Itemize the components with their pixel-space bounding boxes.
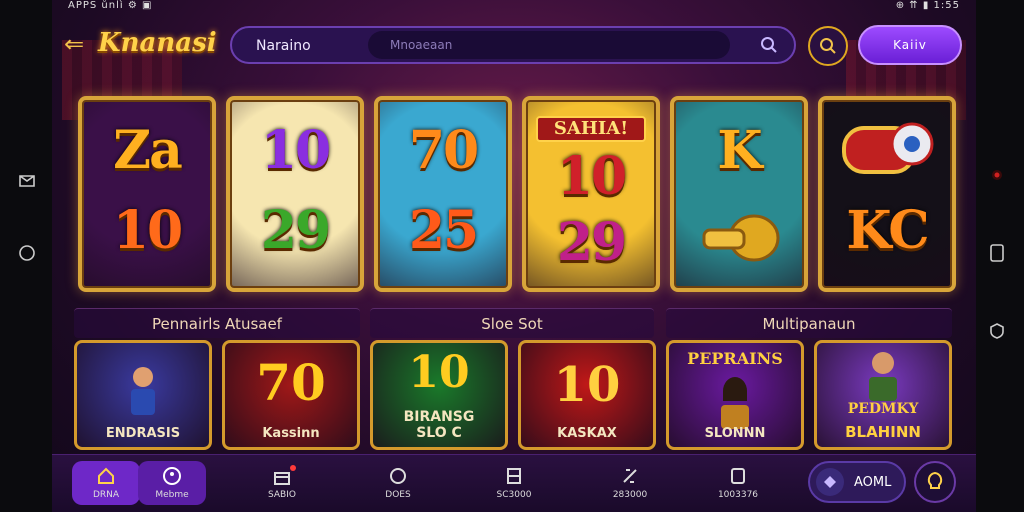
game-grid: ENDRASIS 70 Kassinn 10 BIRANSG SLO C 10 … bbox=[74, 338, 960, 452]
brand-logo: Knanasi bbox=[98, 28, 217, 58]
search-input[interactable] bbox=[368, 31, 730, 59]
game-icon bbox=[390, 468, 406, 484]
tile-line-1: 70 bbox=[408, 120, 479, 181]
trophy-icon bbox=[731, 468, 745, 484]
nav-profile[interactable]: Mebme bbox=[138, 461, 206, 505]
power-icon[interactable] bbox=[16, 242, 38, 264]
nav-trophy[interactable]: 1003376 bbox=[704, 461, 772, 505]
game-title-top: PEPRAINS bbox=[687, 349, 783, 368]
lightbulb-button[interactable] bbox=[914, 461, 956, 503]
nav-label: DOES bbox=[385, 490, 411, 500]
nav-games[interactable]: DOES bbox=[364, 461, 432, 505]
nav-home[interactable]: DRNA bbox=[72, 461, 140, 505]
slot-tile[interactable]: KC bbox=[818, 96, 956, 292]
lightbulb-icon bbox=[927, 471, 943, 489]
game-number: 10 bbox=[408, 347, 470, 398]
tile-line-2: KC bbox=[846, 200, 929, 261]
game-title: Kassinn bbox=[262, 426, 320, 441]
diamond-icon bbox=[816, 468, 844, 496]
game-card[interactable]: 70 Kassinn bbox=[222, 340, 360, 450]
tile-line-2: 29 bbox=[260, 200, 331, 261]
tile-banner: SAHIA! bbox=[536, 116, 646, 142]
game-title: BIRANSG SLO C bbox=[403, 409, 475, 441]
category-row: Pennairls Atusaef Sloe Sot Multipanaun bbox=[74, 308, 960, 338]
game-card[interactable]: ENDRASIS bbox=[74, 340, 212, 450]
search-button[interactable] bbox=[808, 26, 848, 66]
game-title: ENDRASIS bbox=[105, 426, 181, 441]
grid-icon bbox=[507, 468, 521, 484]
tile-line-2: 29 bbox=[556, 212, 627, 273]
top-bar: ⇐ Knanasi Naraino Kaiiv bbox=[52, 22, 976, 68]
nav-gift[interactable]: SABIO bbox=[248, 461, 316, 505]
game-card[interactable]: PEDMKY BLAHINN bbox=[814, 340, 952, 450]
nav-chip[interactable]: 283000 bbox=[596, 461, 664, 505]
status-right: ⊕ ⇈ ▮ 1:55 bbox=[895, 0, 960, 11]
status-bar: APPS ŭnlì ⚙ ▣ ⊕ ⇈ ▮ 1:55 bbox=[52, 0, 976, 14]
slot-tile[interactable]: Za 10 bbox=[78, 96, 216, 292]
woman-figure-icon bbox=[721, 377, 749, 429]
back-arrow-icon[interactable]: ⇐ bbox=[64, 30, 84, 58]
game-card[interactable]: 10 KASKAX bbox=[518, 340, 656, 450]
game-title: KASKAX bbox=[557, 426, 617, 441]
game-number: 10 bbox=[553, 357, 621, 413]
account-pill-button[interactable]: AOML bbox=[808, 461, 906, 503]
nav-label: 283000 bbox=[612, 490, 648, 500]
search-icon[interactable] bbox=[760, 36, 778, 54]
nav-grid[interactable]: SC3000 bbox=[480, 461, 548, 505]
notification-dot bbox=[290, 465, 296, 471]
tile-line-2: 25 bbox=[408, 200, 479, 261]
drum-icon bbox=[842, 122, 934, 174]
slot-tile[interactable]: 10 29 bbox=[226, 96, 364, 292]
device-right-bezel bbox=[972, 0, 1024, 512]
tile-line-1: 10 bbox=[260, 120, 331, 181]
profile-icon bbox=[163, 467, 181, 485]
game-card[interactable]: PEPRAINS SLONNN bbox=[666, 340, 804, 450]
home-icon bbox=[98, 467, 114, 484]
cannon-icon bbox=[702, 214, 780, 262]
slot-tile[interactable]: 70 25 bbox=[374, 96, 512, 292]
gift-icon bbox=[274, 472, 290, 485]
category-tab[interactable]: Multipanaun bbox=[666, 308, 952, 338]
top-action-button[interactable]: Kaiiv bbox=[858, 25, 962, 65]
game-title-top: PEDMKY bbox=[847, 401, 919, 417]
game-lobby-screen: APPS ŭnlì ⚙ ▣ ⊕ ⇈ ▮ 1:55 ⇐ Knanasi Narai… bbox=[52, 0, 976, 512]
chip-icon bbox=[623, 469, 637, 483]
nav-label: SC3000 bbox=[496, 490, 532, 500]
account-pill-label: AOML bbox=[854, 474, 892, 490]
search-bar[interactable]: Naraino bbox=[230, 26, 796, 64]
tile-line-1: Za bbox=[113, 120, 183, 181]
man-figure-icon bbox=[869, 352, 897, 401]
nav-label: 1003376 bbox=[717, 490, 759, 500]
nav-label: Mebme bbox=[155, 490, 189, 500]
category-tab[interactable]: Sloe Sot bbox=[370, 308, 654, 338]
tile-line-1: 10 bbox=[556, 146, 627, 207]
game-title: SLONNN bbox=[704, 426, 766, 441]
category-tab[interactable]: Pennairls Atusaef bbox=[74, 308, 360, 338]
search-icon bbox=[820, 38, 836, 54]
search-label: Naraino bbox=[256, 38, 311, 54]
status-left: APPS ŭnlì ⚙ ▣ bbox=[68, 0, 153, 11]
shield-icon[interactable] bbox=[986, 320, 1008, 342]
square-icon[interactable] bbox=[986, 242, 1008, 264]
slot-tile[interactable]: K bbox=[670, 96, 808, 292]
slot-tile[interactable]: SAHIA! 10 29 bbox=[522, 96, 660, 292]
nav-label: SABIO bbox=[268, 490, 296, 500]
tile-line-1: K bbox=[717, 120, 762, 181]
nav-label: DRNA bbox=[92, 490, 120, 500]
camera-icon bbox=[986, 164, 1008, 186]
game-card[interactable]: 10 BIRANSG SLO C bbox=[370, 340, 508, 450]
game-number: 70 bbox=[256, 353, 326, 412]
featured-slot-tiles: Za 10 10 29 70 25 SAHIA! 10 29 K KC bbox=[62, 82, 966, 304]
tile-line-2: 10 bbox=[112, 200, 183, 261]
bottom-navigation: DRNA Mebme SABIO DOES SC3000 283000 1003… bbox=[52, 454, 976, 512]
cast-icon[interactable] bbox=[16, 170, 38, 192]
device-left-bezel bbox=[0, 0, 52, 512]
game-title: BLAHINN bbox=[845, 423, 921, 441]
hero-figure-icon bbox=[131, 367, 155, 415]
